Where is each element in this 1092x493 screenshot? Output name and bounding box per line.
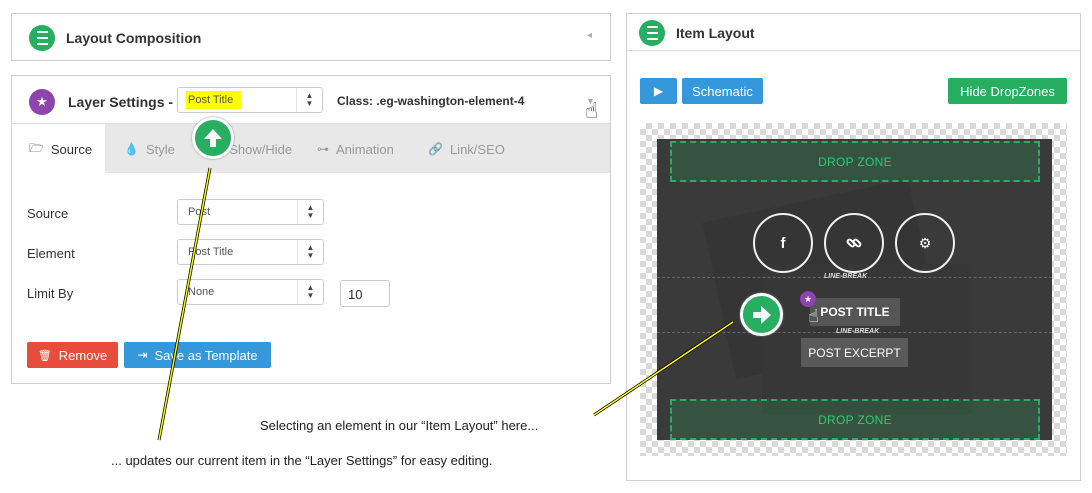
tab-animation[interactable]: ⊶ Animation <box>317 124 394 174</box>
select-arrows-icon: ▲ ▼ <box>297 280 323 304</box>
hand-cursor-icon: ☝ <box>808 306 819 326</box>
save-template-button[interactable]: ⇥ Save as Template <box>124 342 271 368</box>
up-arrow-badge-icon <box>192 117 234 159</box>
item-canvas <box>657 139 1052 440</box>
droplet-icon: 💧 <box>124 142 139 156</box>
limit-number-input[interactable]: 10 <box>340 280 390 307</box>
hide-dropzones-button[interactable]: Hide DropZones <box>948 78 1067 104</box>
right-arrow-badge-icon <box>740 293 783 336</box>
limit-by-select[interactable]: None ▲ ▼ <box>177 279 324 305</box>
limit-by-label: Limit By <box>27 286 74 301</box>
class-label: Class: .eg-washington-element-4 <box>337 94 525 108</box>
line-break-label: LINE-BREAK <box>824 273 868 280</box>
select-arrows-icon: ▲ ▼ <box>297 200 323 224</box>
source-label: Source <box>27 206 69 221</box>
star-icon: ★ <box>29 89 55 115</box>
post-title-element[interactable]: POST TITLE <box>810 298 900 326</box>
select-arrows-icon: ▲ ▼ <box>296 88 322 112</box>
element-select[interactable]: Post Title ▲ ▼ <box>177 239 324 265</box>
link-icon: 🔗 <box>428 142 443 156</box>
post-excerpt-element[interactable]: POST EXCERPT <box>801 338 908 367</box>
remove-button[interactable]: 🗑 Remove <box>27 342 118 368</box>
tab-link-seo[interactable]: 🔗 Link/SEO <box>428 124 505 174</box>
layout-composition-title: Layout Composition <box>66 30 202 46</box>
play-button[interactable]: ▶ <box>640 78 677 104</box>
item-layout-header: Item Layout <box>627 14 1080 51</box>
selected-star-icon: ★ <box>800 291 816 307</box>
layer-element-select[interactable]: Post Title ▲ ▼ <box>177 87 323 113</box>
tab-bar: 🗁 Source 💧 Style 👁 Show/Hide ⊶ Animation… <box>12 123 610 174</box>
select-arrows-icon: ▲ ▼ <box>297 240 323 264</box>
tab-style[interactable]: 💧 Style <box>124 124 175 174</box>
trash-icon: 🗑 <box>37 349 52 362</box>
chain-link-glyph <box>846 238 862 248</box>
dropzone-top[interactable]: DROP ZONE <box>670 141 1040 182</box>
dropzone-bottom[interactable]: DROP ZONE <box>670 399 1040 440</box>
gears-icon[interactable]: ⚙ <box>895 213 955 273</box>
item-layout-title: Item Layout <box>676 25 755 41</box>
line-break-label-2: LINE-BREAK <box>836 328 880 335</box>
menu-icon <box>29 25 55 51</box>
play-icon: ▶ <box>653 84 664 98</box>
menu-icon <box>639 20 665 46</box>
sign-in-icon: ⇥ <box>137 348 148 362</box>
folder-open-icon: 🗁 <box>29 140 44 155</box>
toggle-icon: ⊶ <box>317 142 329 156</box>
facebook-icon[interactable]: f <box>753 213 813 273</box>
layer-settings-panel: ★ Layer Settings - Post Title ▲ ▼ Class: … <box>11 75 611 384</box>
collapse-icon[interactable]: ◂ <box>587 30 592 41</box>
schematic-button[interactable]: Schematic <box>682 78 763 104</box>
layout-composition-panel: Layout Composition ◂ <box>11 13 611 61</box>
item-layout-panel: Item Layout ▶ Schematic Hide DropZones D… <box>626 13 1081 481</box>
link-icon[interactable] <box>824 213 884 273</box>
caption-updates: ... updates our current item in the “Lay… <box>111 453 493 468</box>
caption-selecting: Selecting an element in our “Item Layout… <box>260 418 539 433</box>
layer-settings-title: Layer Settings - <box>68 94 174 110</box>
element-label: Element <box>27 246 75 261</box>
source-select[interactable]: Post ▲ ▼ <box>177 199 324 225</box>
pointer-cursor-icon: ☝ <box>585 98 599 123</box>
layer-element-value: Post Title <box>186 91 242 109</box>
tab-source[interactable]: 🗁 Source <box>29 124 92 174</box>
